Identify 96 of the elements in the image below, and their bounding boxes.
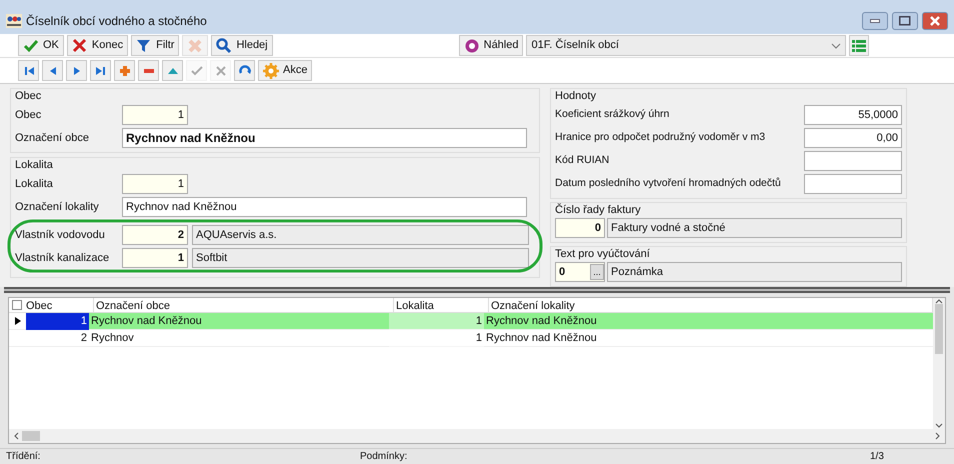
cross-icon xyxy=(214,64,228,78)
close-icon xyxy=(930,16,940,26)
filter-button[interactable]: Filtr xyxy=(131,35,180,56)
check-icon xyxy=(190,64,204,78)
prev-button[interactable] xyxy=(42,60,63,82)
group-title: Lokalita xyxy=(15,158,54,172)
window-title: Číselník obcí vodného a stočného xyxy=(26,13,207,30)
number-field[interactable]: 1 xyxy=(122,104,188,125)
chevron-down-icon xyxy=(831,42,842,50)
eye-icon xyxy=(464,38,480,54)
status-text: 1/3 xyxy=(869,450,884,464)
group-title: Hodnoty xyxy=(555,89,597,102)
field-label: Kód RUIAN xyxy=(555,152,610,168)
field-label: Označení obce xyxy=(15,130,90,146)
table-cell-text: Rychnov nad Kněžnou xyxy=(485,331,598,346)
last-button[interactable] xyxy=(90,60,111,82)
table-cell-text: Rychnov nad Kněžnou xyxy=(485,314,598,330)
field-label: Označení lokality xyxy=(15,200,100,215)
cross-icon xyxy=(72,38,88,54)
field-label: Vlastník vodovodu xyxy=(15,228,106,243)
value-field[interactable]: 55,0000 xyxy=(804,104,902,125)
action-button[interactable]: Akce xyxy=(258,60,312,82)
app-logo-icon xyxy=(6,14,22,28)
name-field[interactable]: AQUAservis a.s. xyxy=(192,224,529,245)
group-title: Číslo řady faktury xyxy=(555,202,642,216)
text-field[interactable]: Rychnov nad Kněžnou xyxy=(122,196,527,217)
chevron-down-icon xyxy=(935,422,943,429)
field-label: Datum posledního vytvoření hromadných odečtů xyxy=(555,176,782,191)
minimize-icon xyxy=(870,19,880,24)
group-title: Obec xyxy=(15,89,42,102)
column-header[interactable]: Obec xyxy=(24,298,94,312)
view-dropdown[interactable]: 01F. Číselník obcí xyxy=(526,35,846,56)
add-button[interactable] xyxy=(114,60,135,82)
up-button[interactable] xyxy=(162,60,183,82)
gear-icon xyxy=(263,62,279,79)
cross-icon xyxy=(187,38,204,54)
chevron-up-icon xyxy=(935,298,943,304)
search-icon xyxy=(216,38,232,54)
table-row[interactable]: 1 Rychnov nad Kněžnou 1 Rychnov nad Kněžnou xyxy=(9,313,933,330)
table-cell: 1 xyxy=(389,330,484,347)
value-field[interactable]: 0,00 xyxy=(804,128,902,148)
field-label: Vlastník kanalizace xyxy=(15,250,110,266)
table-cell-text: 2 xyxy=(80,331,88,346)
horizontal-scrollbar[interactable] xyxy=(9,428,945,443)
scrollbar-thumb[interactable] xyxy=(22,430,40,441)
name-field[interactable]: Poznámka xyxy=(607,262,902,282)
refresh-button[interactable] xyxy=(234,60,255,82)
value-field[interactable] xyxy=(804,174,902,194)
scrollbar-thumb[interactable] xyxy=(935,304,943,354)
delete-button[interactable] xyxy=(138,60,159,82)
field-label: Obec xyxy=(15,108,42,123)
chevron-left-icon xyxy=(13,432,19,440)
status-text: Třídění: xyxy=(5,450,42,464)
column-header[interactable]: Označení obce xyxy=(94,298,394,312)
first-button[interactable] xyxy=(18,60,39,82)
code-field[interactable]: 1 xyxy=(122,248,188,268)
maximize-button[interactable] xyxy=(892,12,918,30)
table-cell: 1 xyxy=(26,313,89,330)
column-header[interactable]: Lokalita xyxy=(394,298,489,312)
next-button[interactable] xyxy=(66,60,87,82)
minimize-button[interactable] xyxy=(862,12,888,30)
field-label: Koeficient srážkový úhrn xyxy=(555,106,670,122)
number-field[interactable]: 1 xyxy=(122,174,188,194)
value-field[interactable] xyxy=(804,150,902,171)
code-field[interactable]: 2 xyxy=(122,224,188,245)
dropdown-value: 01F. Číselník obcí xyxy=(531,37,620,54)
select-all-checkbox[interactable] xyxy=(12,300,22,310)
text-field[interactable]: Rychnov nad Kněžnou xyxy=(122,128,527,148)
maximize-icon xyxy=(899,16,911,26)
close-button[interactable]: Konec xyxy=(66,35,128,56)
search-button[interactable]: Hledej xyxy=(211,35,273,56)
list-button[interactable] xyxy=(849,35,870,56)
plus-icon xyxy=(118,64,132,78)
name-field[interactable]: Softbit xyxy=(192,248,529,268)
table-cell-text: Rychnov nad Kněžnou xyxy=(90,314,203,330)
table-row[interactable]: 2 Rychnov 1 Rychnov nad Kněžnou xyxy=(9,330,933,348)
field-label: Lokalita xyxy=(15,176,54,192)
row-pointer-icon xyxy=(14,317,20,326)
filter-icon xyxy=(136,38,152,54)
name-field[interactable]: Faktury vodné a stočné xyxy=(607,218,902,238)
field-label: Hranice pro odpočet podružný vodoměr v m3 xyxy=(555,130,766,145)
field-value: 0 xyxy=(559,265,566,280)
preview-button[interactable]: Náhled xyxy=(458,35,524,56)
close-button[interactable] xyxy=(922,12,948,30)
ok-button[interactable]: OK xyxy=(18,35,64,56)
code-field[interactable]: 0 xyxy=(555,218,605,238)
chevron-right-icon xyxy=(935,432,941,440)
status-text: Podmínky: xyxy=(359,450,408,464)
browse-button[interactable]: ... xyxy=(590,264,604,280)
table-cell-text: Rychnov xyxy=(90,331,135,346)
check-icon xyxy=(23,38,39,54)
code-field[interactable]: 0 ... xyxy=(555,262,605,282)
vertical-scrollbar[interactable] xyxy=(933,298,945,429)
group-title: Text pro vyúčtování xyxy=(555,247,651,260)
table-cell: 1 xyxy=(389,313,484,330)
list-icon xyxy=(852,40,866,52)
